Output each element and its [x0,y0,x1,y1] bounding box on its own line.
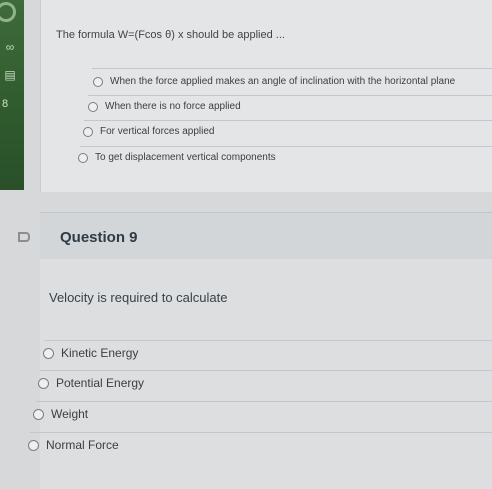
option-label: Potential Energy [56,376,145,390]
question-9-header: Question 9 [40,212,492,260]
option-label: For vertical forces applied [100,126,215,137]
question-9-option-1[interactable]: Kinetic Energy [43,346,138,360]
link-icon[interactable]: ∞ [0,38,20,56]
option-label: Normal Force [46,438,119,452]
radio-button[interactable] [33,408,44,420]
divider [80,146,492,147]
divider [88,95,492,96]
radio-button[interactable] [43,347,54,359]
question-8-stem: The formula W=(Fcos θ) x should be appli… [56,29,285,41]
question-9-option-2[interactable]: Potential Energy [38,376,144,390]
radio-button[interactable] [93,76,103,87]
radio-button[interactable] [83,126,93,137]
flag-icon[interactable] [18,232,30,242]
sidebar-number: 8 [2,98,9,110]
divider [84,120,492,121]
option-label: To get displacement vertical components [95,152,276,163]
divider [30,432,492,433]
option-label: When there is no force applied [105,101,241,112]
divider [44,340,492,341]
radio-button[interactable] [78,152,88,163]
radio-button[interactable] [88,101,98,112]
app-logo-icon [0,2,16,22]
question-8-option-2[interactable]: When there is no force applied [88,101,241,112]
question-9-option-4[interactable]: Normal Force [28,438,119,452]
question-8-option-3[interactable]: For vertical forces applied [83,126,215,137]
question-9-stem: Velocity is required to calculate [49,290,228,305]
divider [92,68,492,69]
document-icon[interactable]: ▤ [0,66,20,84]
divider [40,370,492,371]
side-navigation: ∞ ▤ 8 [0,0,24,190]
radio-button[interactable] [28,439,39,451]
option-label: When the force applied makes an angle of… [110,76,456,87]
radio-button[interactable] [38,377,49,389]
question-9-option-3[interactable]: Weight [33,407,88,421]
option-label: Weight [51,407,89,421]
question-9-title: Question 9 [60,229,138,246]
option-label: Kinetic Energy [61,346,139,360]
question-8-option-1[interactable]: When the force applied makes an angle of… [93,76,455,87]
divider [36,401,492,402]
question-8-option-4[interactable]: To get displacement vertical components [78,152,276,163]
